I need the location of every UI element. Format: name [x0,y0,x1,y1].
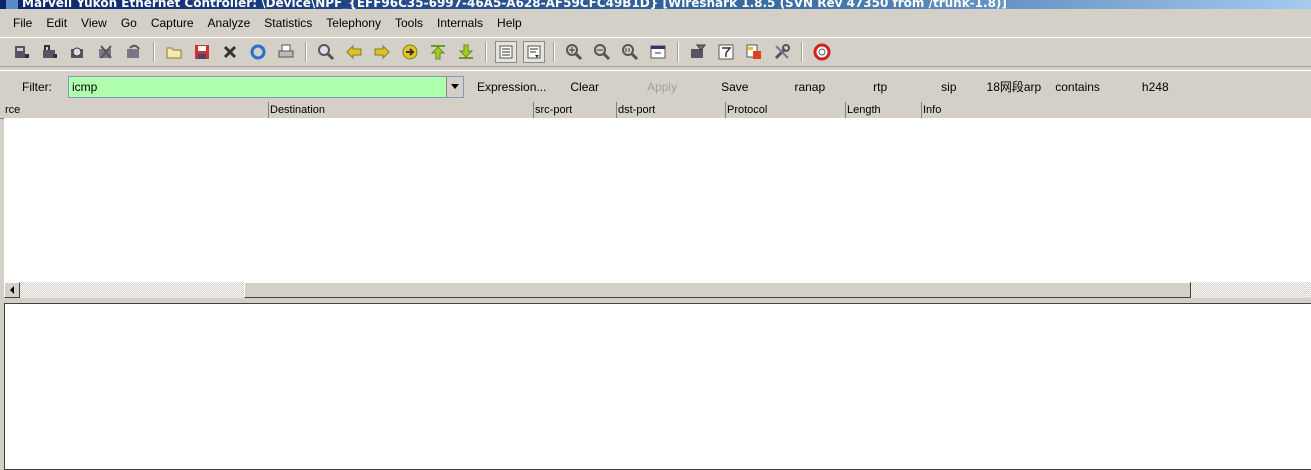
menu-analyze[interactable]: Analyze [201,14,258,32]
column-destination[interactable]: Destination [268,102,325,118]
column-source[interactable]: rce [4,102,20,118]
rtp-filter-button[interactable]: rtp [866,78,894,96]
find-packet-icon[interactable] [315,41,337,63]
title-bar: Marvell Yukon Ethernet Controller: \Devi… [0,0,1311,9]
horizontal-scrollbar[interactable] [4,282,1311,298]
stop-capture-icon[interactable] [95,41,117,63]
go-last-icon[interactable] [455,41,477,63]
toolbar-separator [677,42,679,62]
menu-file[interactable]: File [6,14,39,32]
filter-toolbar: Filter: Expression... Clear Apply Save r… [0,70,1311,103]
start-capture-icon[interactable] [67,41,89,63]
menu-view[interactable]: View [74,14,114,32]
clear-button[interactable]: Clear [563,78,606,96]
go-back-icon[interactable] [343,41,365,63]
packet-list-header: rce Destination src-port dst-port Protoc… [0,102,1311,119]
window-title: Marvell Yukon Ethernet Controller: \Devi… [22,0,1007,9]
capture-filters-icon[interactable] [687,41,709,63]
wireshark-icon [6,0,18,9]
toolbar-separator [553,42,555,62]
display-filters-icon[interactable] [715,41,737,63]
menu-edit[interactable]: Edit [39,14,74,32]
expression-button[interactable]: Expression... [470,78,553,96]
packet-details-pane[interactable] [4,303,1311,470]
menu-statistics[interactable]: Statistics [257,14,319,32]
column-protocol[interactable]: Protocol [725,102,767,118]
scrollbar-thumb[interactable] [244,282,1191,298]
capture-options-icon[interactable] [39,41,61,63]
save-button[interactable]: Save [714,78,755,96]
interfaces-icon[interactable] [11,41,33,63]
menu-telephony[interactable]: Telephony [319,14,388,32]
scroll-left-button[interactable] [4,282,20,298]
arp18-filter-button[interactable]: 18网段arp [980,78,1049,96]
restart-capture-icon[interactable] [123,41,145,63]
resize-columns-icon[interactable] [647,41,669,63]
column-info[interactable]: Info [921,102,941,118]
open-file-icon[interactable] [163,41,185,63]
zoom-out-icon[interactable] [591,41,613,63]
toolbar-separator [485,42,487,62]
filter-dropdown-button[interactable] [446,76,463,97]
menu-help[interactable]: Help [490,14,529,32]
menu-tools[interactable]: Tools [388,14,430,32]
preferences-icon[interactable] [771,41,793,63]
help-icon[interactable] [811,41,833,63]
go-first-icon[interactable] [427,41,449,63]
auto-scroll-icon[interactable] [523,41,545,63]
h248-filter-button[interactable]: h248 [1135,78,1176,96]
go-forward-icon[interactable] [371,41,393,63]
apply-button[interactable]: Apply [640,78,684,96]
go-to-packet-icon[interactable] [399,41,421,63]
reload-icon[interactable] [247,41,269,63]
close-file-icon[interactable] [219,41,241,63]
toolbar-separator [801,42,803,62]
contains-filter-button[interactable]: contains [1048,78,1107,96]
menu-internals[interactable]: Internals [430,14,490,32]
sip-filter-button[interactable]: sip [934,78,963,96]
zoom-in-icon[interactable] [563,41,585,63]
menu-capture[interactable]: Capture [144,14,201,32]
column-dst-port[interactable]: dst-port [616,102,655,118]
column-src-port[interactable]: src-port [533,102,572,118]
arrow-left-icon [10,286,14,294]
colorize-icon[interactable] [495,41,517,63]
toolbar-separator [305,42,307,62]
column-length[interactable]: Length [845,102,881,118]
zoom-normal-icon[interactable] [619,41,641,63]
toolbar-separator [153,42,155,62]
menu-bar: File Edit View Go Capture Analyze Statis… [0,12,1311,34]
chevron-down-icon [451,84,459,89]
coloring-rules-icon[interactable] [743,41,765,63]
filter-input[interactable] [69,76,446,97]
print-icon[interactable] [275,41,297,63]
ranap-filter-button[interactable]: ranap [787,78,832,96]
main-toolbar [0,37,1311,67]
menu-go[interactable]: Go [114,14,144,32]
filter-label: Filter: [22,79,52,94]
filter-combo [68,75,464,98]
packet-list-pane[interactable] [4,118,1311,282]
save-file-icon[interactable] [191,41,213,63]
